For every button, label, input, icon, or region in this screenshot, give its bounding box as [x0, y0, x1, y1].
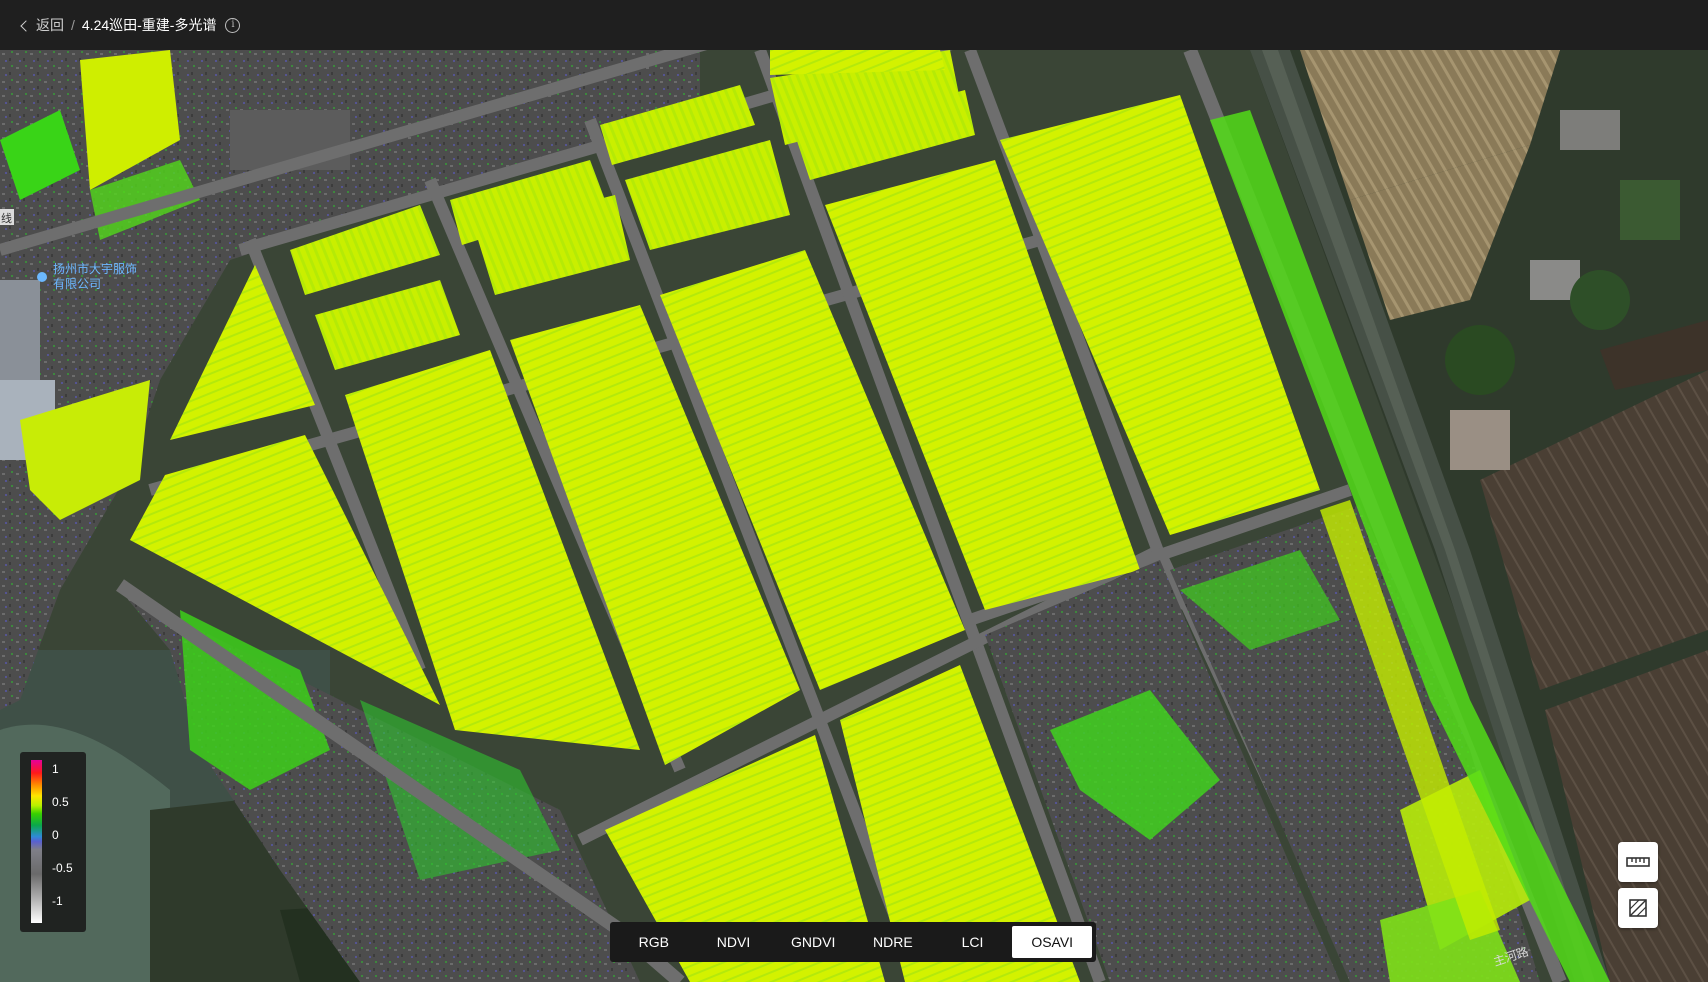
top-bar: 返回 / 4.24巡田-重建-多光谱 i	[0, 0, 1708, 50]
band-rgb[interactable]: RGB	[614, 926, 694, 958]
legend-tick-max: 1	[52, 762, 59, 776]
page-title: 4.24巡田-重建-多光谱	[81, 17, 217, 33]
index-selector: RGB NDVI GNDVI NDRE LCI OSAVI	[610, 922, 1096, 962]
legend-tick-min: -1	[52, 894, 63, 908]
ruler-icon	[1626, 857, 1650, 867]
poi-label-line2: 有限公司	[53, 277, 101, 291]
band-osavi[interactable]: OSAVI	[1012, 926, 1093, 958]
info-icon[interactable]: i	[225, 17, 241, 33]
band-ndre[interactable]: NDRE	[853, 926, 933, 958]
breadcrumb-separator: /	[71, 17, 75, 33]
chevron-left-icon	[20, 19, 32, 32]
area-measure-button[interactable]	[1618, 888, 1658, 928]
band-lci[interactable]: LCI	[933, 926, 1013, 958]
legend-tick-zero: 0	[52, 828, 59, 842]
legend-tick-neg-half: -0.5	[52, 861, 73, 875]
legend-tick-half: 0.5	[52, 795, 69, 809]
map-canvas[interactable]: 扬州市大宇服饰 有限公司 线 主河路	[0, 50, 1708, 982]
back-button[interactable]: 返回	[20, 15, 64, 35]
multispectral-map: 扬州市大宇服饰 有限公司 线 主河路	[0, 50, 1708, 982]
polygon-measure-icon	[1629, 899, 1647, 917]
edge-road-label: 线	[1, 211, 12, 225]
band-ndvi[interactable]: NDVI	[694, 926, 774, 958]
index-legend: 1 0.5 0 -0.5 -1	[20, 752, 86, 932]
ruler-button[interactable]	[1618, 842, 1658, 882]
legend-color-ramp	[31, 760, 42, 923]
band-gndvi[interactable]: GNDVI	[773, 926, 853, 958]
poi-label-line1: 扬州市大宇服饰	[53, 261, 137, 276]
back-label: 返回	[36, 17, 64, 33]
